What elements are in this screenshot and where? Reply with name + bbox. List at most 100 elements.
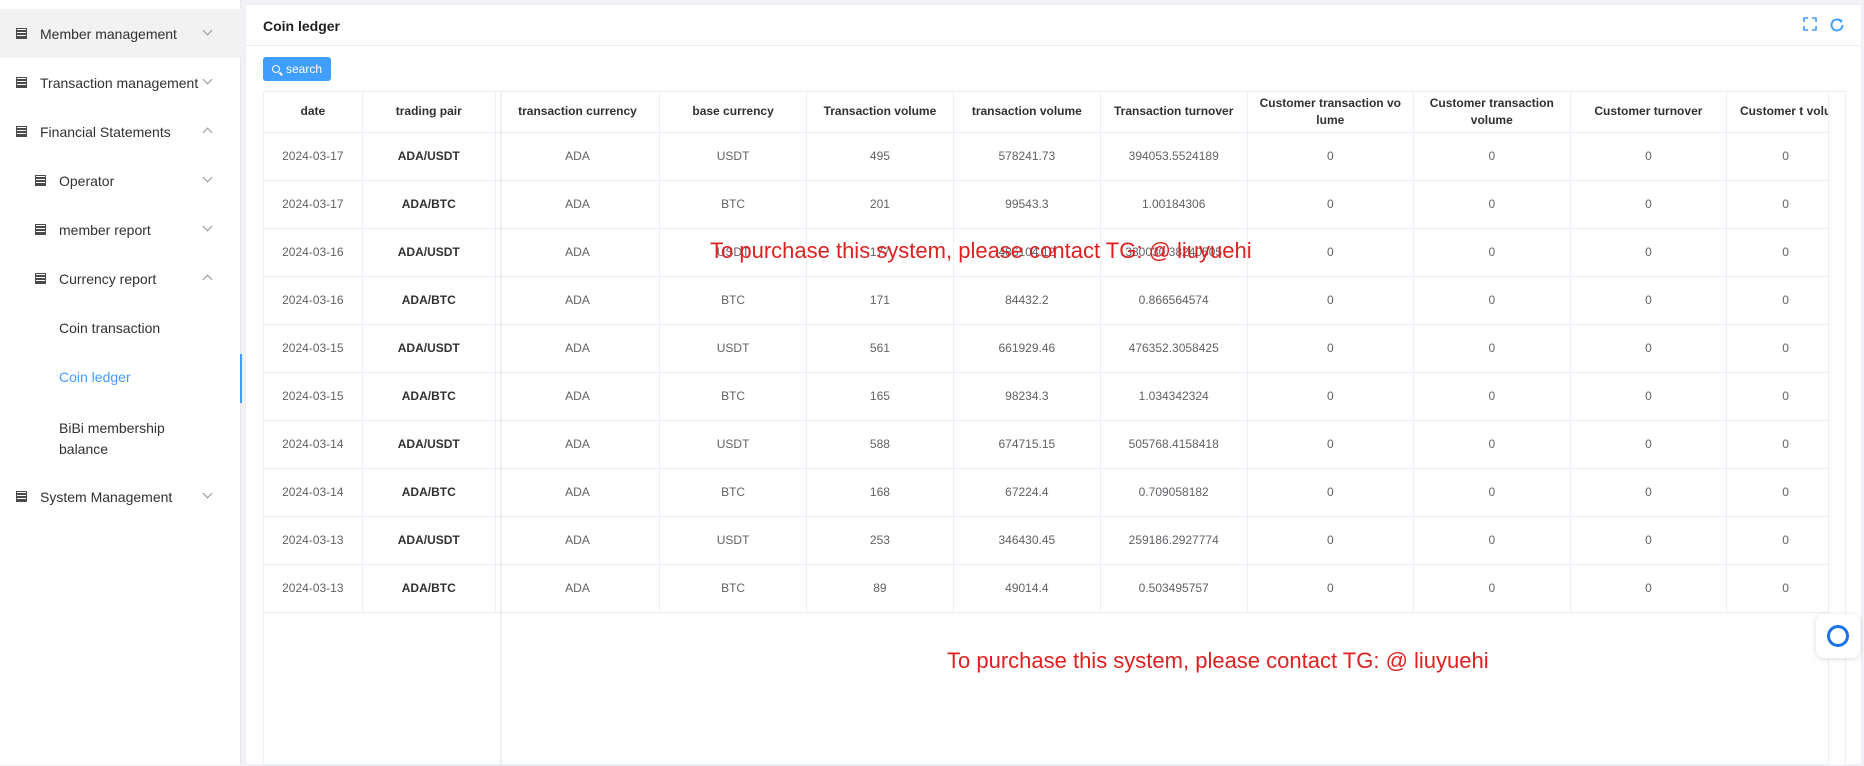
chevron-down-icon [202,25,213,36]
table-icon [35,273,46,284]
table-cell: 0 [1726,324,1845,373]
table-cell: 49014.4 [953,564,1101,613]
table-cell: 0.503495757 [1100,564,1248,613]
table-cell: 2024-03-13 [264,516,363,565]
table-cell: 0 [1726,228,1845,277]
sidebar-item-system-management[interactable]: System Management [0,472,241,521]
table-cell: 0 [1570,516,1728,565]
sidebar-item-label: member report [59,221,151,238]
sidebar-item-member-management[interactable]: Member management [0,9,241,58]
table-cell: 0 [1726,276,1845,325]
table-cell: 0 [1247,228,1414,277]
column-header: transaction volume [953,92,1101,133]
search-button[interactable]: search [263,57,331,81]
chevron-down-icon [202,172,213,183]
table-cell: 171 [806,276,954,325]
table-icon [35,224,46,235]
table-cell: 476352.3058425 [1100,324,1248,373]
column-header: Customer turnover [1570,92,1728,133]
table-cell: 2024-03-14 [264,468,363,517]
sidebar-subitem-bibi-membership-balance[interactable]: BiBi membership balance [59,418,189,460]
table-scrollbar[interactable] [1828,92,1845,765]
sidebar: Member management Transaction management… [0,0,241,765]
table-cell: ADA [495,228,661,277]
table-cell: 0 [1570,324,1728,373]
table-cell: 394053.5524189 [1100,132,1248,181]
table-cell: ADA [495,276,661,325]
column-header: Transaction volume [806,92,954,133]
table-cell: ADA [495,564,661,613]
watermark: To purchase this system, please contact … [710,238,1252,263]
table-cell: 2024-03-16 [264,228,363,277]
floating-help-button[interactable] [1816,614,1860,658]
table-cell: BTC [659,372,807,421]
sidebar-item-member-report[interactable]: member report [0,205,241,254]
table-cell: 0 [1413,324,1571,373]
table-cell: 0 [1247,180,1414,229]
table-cell: 0 [1413,420,1571,469]
table-cell: ADA/USDT [362,516,496,565]
table-cell: 0 [1413,564,1571,613]
table-cell: ADA/USDT [362,420,496,469]
table-cell: 2024-03-15 [264,324,363,373]
chevron-down-icon [202,221,213,232]
table-cell: 165 [806,372,954,421]
fullscreen-icon[interactable] [1802,17,1818,33]
table-cell: 0 [1413,276,1571,325]
table-cell: 578241.73 [953,132,1101,181]
sidebar-subitem-coin-ledger[interactable]: Coin ledger [59,369,131,385]
table-cell: 0 [1413,132,1571,181]
sidebar-item-transaction-management[interactable]: Transaction management [0,58,241,107]
table-cell: 0 [1726,516,1845,565]
column-header: Transaction turnover [1100,92,1248,133]
table-cell: 1.034342324 [1100,372,1248,421]
table-cell: ADA [495,516,661,565]
table-cell: 0 [1413,180,1571,229]
table-cell: ADA [495,468,661,517]
table-cell: 0 [1570,228,1728,277]
table-cell: USDT [659,516,807,565]
sidebar-item-financial-statements[interactable]: Financial Statements [0,107,241,156]
sidebar-subitem-coin-transaction[interactable]: Coin transaction [59,320,160,336]
table-cell: ADA/BTC [362,276,496,325]
table-cell: 99543.3 [953,180,1101,229]
table-cell: ADA/BTC [362,564,496,613]
table-cell: 661929.46 [953,324,1101,373]
table-cell: ADA/BTC [362,468,496,517]
sidebar-item-label: Member management [40,25,177,42]
table-cell: ADA [495,132,661,181]
table-cell: 0 [1247,276,1414,325]
table-cell: USDT [659,324,807,373]
table-cell: 0 [1247,324,1414,373]
sidebar-item-label: Operator [59,172,115,189]
table-cell: BTC [659,276,807,325]
table-cell: 0 [1570,420,1728,469]
table-cell: 259186.2927774 [1100,516,1248,565]
table-cell: 2024-03-17 [264,132,363,181]
table-cell: 2024-03-13 [264,564,363,613]
sidebar-item-currency-report[interactable]: Currency report [0,254,241,303]
table-cell: 0 [1570,180,1728,229]
table-cell: ADA [495,180,661,229]
column-header: trading pair [362,92,496,133]
table-cell: 2024-03-17 [264,180,363,229]
sidebar-item-operator[interactable]: Operator [0,156,241,205]
refresh-icon[interactable] [1829,17,1845,33]
table-cell: 253 [806,516,954,565]
table-cell: 2024-03-15 [264,372,363,421]
table-cell: 0 [1570,372,1728,421]
fixed-column-shadow [500,92,503,765]
chevron-down-icon [202,74,213,85]
table-cell: 98234.3 [953,372,1101,421]
column-header: base currency [659,92,807,133]
chevron-up-icon [202,127,213,138]
column-header: Customer t volu [1726,92,1845,133]
table-cell: 201 [806,180,954,229]
table-cell: 0 [1247,372,1414,421]
table-cell: 0 [1570,132,1728,181]
table-cell: 346430.45 [953,516,1101,565]
watermark: To purchase this system, please contact … [947,648,1489,673]
table-cell: ADA/BTC [362,180,496,229]
table-cell: ADA [495,324,661,373]
table-icon [16,28,27,39]
